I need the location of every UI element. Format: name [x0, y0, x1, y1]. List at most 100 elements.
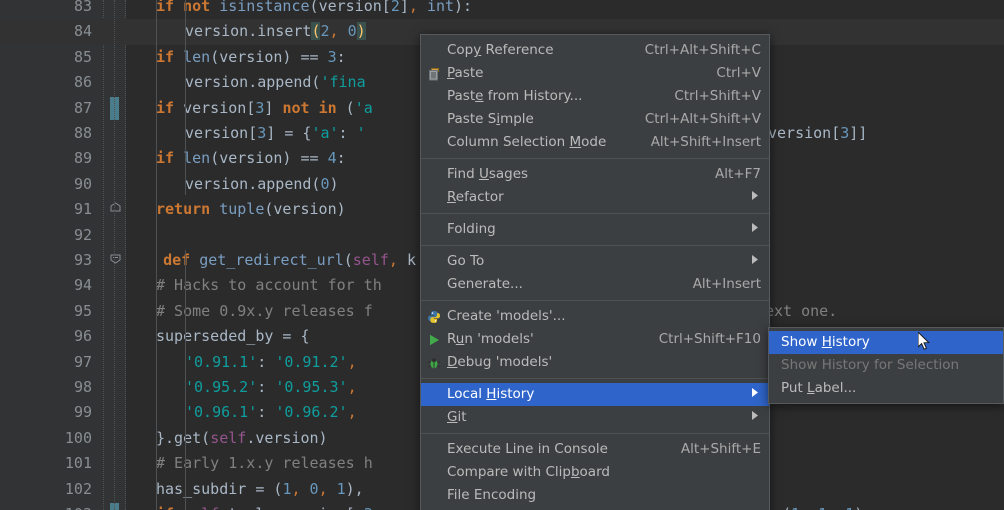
line-number: 85	[73, 47, 92, 66]
chevron-right-icon	[737, 383, 761, 406]
menu-icon-placeholder	[421, 163, 447, 186]
editor-context-menu[interactable]: Copy Reference Ctrl+Alt+Shift+C Paste Ctrl+…	[420, 34, 770, 510]
menu-item-label: Copy Reference	[447, 42, 554, 58]
menu-item-shortcut: Ctrl+Alt+Shift+V	[644, 111, 761, 127]
menu-item-git[interactable]: Git	[421, 406, 769, 429]
submenu-item-put-label[interactable]: Put Label...	[769, 377, 1003, 400]
menu-item-label: File Encoding	[447, 487, 537, 503]
menu-icon-placeholder	[421, 406, 447, 429]
chevron-right-icon	[737, 218, 761, 241]
menu-item-debug-models[interactable]: Debug 'models'	[421, 351, 769, 374]
line-number: 90	[73, 174, 92, 193]
menu-item-generate[interactable]: Generate... Alt+Insert	[421, 273, 769, 296]
menu-icon-placeholder	[421, 186, 447, 209]
indent-guide	[185, 0, 186, 195]
menu-icon-placeholder	[421, 250, 447, 273]
submenu-item-show-history[interactable]: Show History	[769, 331, 1003, 354]
menu-item-label: Paste	[447, 65, 484, 81]
submenu-item-show-history-for-selection: Show History for Selection	[769, 354, 1003, 377]
menu-item-shortcut: Alt+Shift+E	[680, 441, 761, 457]
fold-region-line	[114, 0, 116, 510]
menu-item-local-history[interactable]: Local History	[421, 383, 769, 406]
menu-item-label: Go To	[447, 253, 485, 269]
menu-separator	[421, 245, 769, 246]
menu-item-shortcut: Ctrl+Shift+F10	[658, 331, 761, 347]
menu-item-label: Generate...	[447, 276, 523, 292]
menu-icon-placeholder	[421, 273, 447, 296]
menu-item-shortcut: Alt+Shift+Insert	[650, 134, 761, 150]
menu-item-label: Compare with Clipboard	[447, 464, 610, 480]
menu-item-paste[interactable]: Paste Ctrl+V	[421, 62, 769, 85]
menu-separator	[421, 213, 769, 214]
menu-item-label: Column Selection Mode	[447, 134, 607, 150]
menu-item-label: Git	[447, 409, 467, 425]
menu-item-go-to[interactable]: Go To	[421, 250, 769, 273]
menu-item-compare-with-clipboard[interactable]: Compare with Clipboard	[421, 461, 769, 484]
menu-icon-placeholder	[421, 108, 447, 131]
menu-item-shortcut: Ctrl+Alt+Shift+C	[644, 42, 761, 58]
line-number: 96	[73, 327, 92, 346]
menu-item-shortcut: Alt+F7	[715, 166, 761, 182]
menu-item-file-encoding[interactable]: File Encoding	[421, 484, 769, 507]
code-line-fragment: version[3]]	[768, 124, 868, 142]
menu-item-run-models[interactable]: Run 'models' Ctrl+Shift+F10	[421, 328, 769, 351]
line-number: 100	[64, 428, 92, 447]
line-number: 101	[64, 454, 92, 473]
line-number: 97	[73, 352, 92, 371]
menu-item-label: Create 'models'...	[447, 308, 566, 324]
menu-item-column-selection-mode[interactable]: Column Selection Mode Alt+Shift+Insert	[421, 131, 769, 154]
menu-item-label: Debug 'models'	[447, 354, 553, 370]
menu-item-label: Execute Line in Console	[447, 441, 608, 457]
menu-separator	[421, 378, 769, 379]
line-number: 102	[64, 479, 92, 498]
line-number: 86	[73, 73, 92, 92]
code-line-fragment: ext one.	[765, 301, 838, 320]
menu-icon-placeholder	[421, 383, 447, 406]
line-number: 99	[73, 403, 92, 422]
menu-item-label: Paste from History...	[447, 88, 583, 104]
menu-item-label: Refactor	[447, 189, 504, 205]
line-number: 93	[73, 251, 92, 269]
chevron-right-icon	[737, 250, 761, 273]
menu-separator	[421, 158, 769, 159]
menu-item-copy-reference[interactable]: Copy Reference Ctrl+Alt+Shift+C	[421, 39, 769, 62]
local-history-submenu[interactable]: Show History Show History for Selection Pu…	[768, 327, 1004, 404]
submenu-icon-placeholder	[769, 331, 781, 354]
chevron-right-icon	[737, 406, 761, 429]
menu-item-paste-from-history[interactable]: Paste from History... Ctrl+Shift+V	[421, 85, 769, 108]
menu-icon-placeholder	[421, 39, 447, 62]
menu-item-find-usages[interactable]: Find Usages Alt+F7	[421, 163, 769, 186]
line-number: 94	[73, 276, 92, 295]
submenu-item-label: Show History	[781, 334, 870, 350]
line-number: 91	[73, 200, 92, 219]
submenu-item-label: Show History for Selection	[781, 357, 960, 373]
line-number: 88	[73, 124, 92, 142]
menu-icon-placeholder	[421, 484, 447, 507]
menu-item-execute-line-in-console[interactable]: Execute Line in Console Alt+Shift+E	[421, 438, 769, 461]
line-number: 83	[73, 0, 92, 15]
menu-icon-placeholder	[421, 131, 447, 154]
menu-item-label: Find Usages	[447, 166, 529, 182]
line-number: 103	[0, 502, 92, 510]
python-icon	[421, 305, 447, 328]
submenu-item-label: Put Label...	[781, 380, 857, 396]
menu-item-folding[interactable]: Folding	[421, 218, 769, 241]
menu-item-shortcut: Alt+Insert	[692, 276, 761, 292]
menu-item-label: Paste Simple	[447, 111, 534, 127]
debug-icon	[421, 351, 447, 374]
line-number: 92	[73, 225, 92, 244]
menu-item-refactor[interactable]: Refactor	[421, 186, 769, 209]
menu-icon-placeholder	[421, 461, 447, 484]
line-number: 95	[73, 301, 92, 320]
menu-item-create-models[interactable]: Create 'models'...	[421, 305, 769, 328]
submenu-icon-placeholder	[769, 354, 781, 377]
indent-guide	[156, 0, 157, 510]
menu-item-shortcut: Ctrl+Shift+V	[674, 88, 761, 104]
line-number: 84	[73, 22, 92, 41]
menu-icon-placeholder	[421, 218, 447, 241]
indent-guide	[185, 250, 186, 510]
menu-separator	[421, 300, 769, 301]
ide-editor-window: 83 if not isinstance(version[2], int): 84 v…	[0, 0, 1004, 510]
run-icon	[421, 328, 447, 351]
menu-item-paste-simple[interactable]: Paste Simple Ctrl+Alt+Shift+V	[421, 108, 769, 131]
